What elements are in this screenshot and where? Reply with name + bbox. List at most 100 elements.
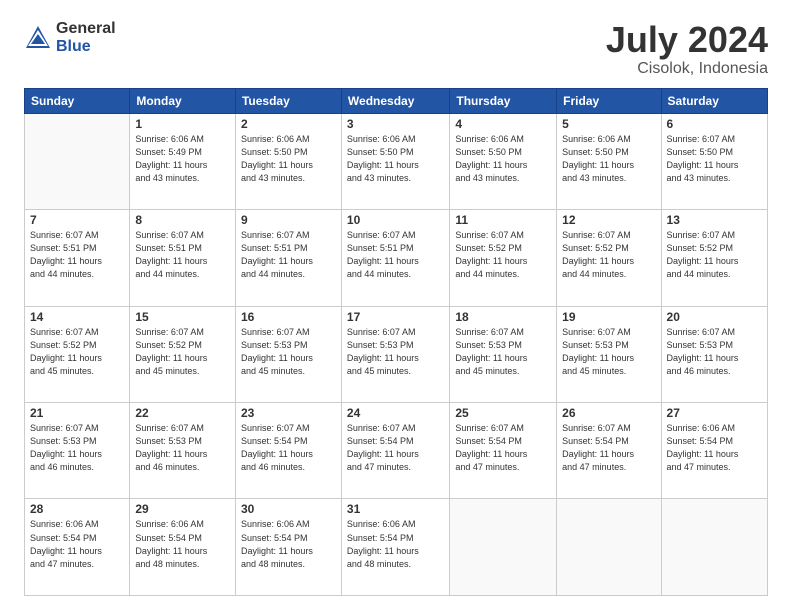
title-block: July 2024 Cisolok, Indonesia xyxy=(606,20,768,78)
day-number: 31 xyxy=(347,502,444,516)
calendar-cell xyxy=(557,499,661,596)
logo-text: General Blue xyxy=(56,20,116,55)
col-tuesday: Tuesday xyxy=(235,88,341,113)
day-info: Sunrise: 6:07 AM Sunset: 5:51 PM Dayligh… xyxy=(30,229,124,281)
calendar-table: Sunday Monday Tuesday Wednesday Thursday… xyxy=(24,88,768,596)
day-info: Sunrise: 6:07 AM Sunset: 5:51 PM Dayligh… xyxy=(241,229,336,281)
col-friday: Friday xyxy=(557,88,661,113)
day-info: Sunrise: 6:07 AM Sunset: 5:54 PM Dayligh… xyxy=(347,422,444,474)
calendar-cell: 4Sunrise: 6:06 AM Sunset: 5:50 PM Daylig… xyxy=(450,113,557,209)
day-info: Sunrise: 6:07 AM Sunset: 5:53 PM Dayligh… xyxy=(347,326,444,378)
day-info: Sunrise: 6:07 AM Sunset: 5:53 PM Dayligh… xyxy=(135,422,230,474)
calendar-cell: 8 Sunrise: 6:07 AM Sunset: 5:51 PM Daylig… xyxy=(130,210,236,306)
day-number: 30 xyxy=(241,502,336,516)
day-number: 21 xyxy=(30,406,124,420)
day-info: Sunrise: 6:07 AM Sunset: 5:53 PM Dayligh… xyxy=(562,326,655,378)
day-info: Sunrise: 6:07 AM Sunset: 5:53 PM Dayligh… xyxy=(241,326,336,378)
calendar-cell: 2Sunrise: 6:06 AM Sunset: 5:50 PM Daylig… xyxy=(235,113,341,209)
col-sunday: Sunday xyxy=(25,88,130,113)
calendar-cell: 16Sunrise: 6:07 AM Sunset: 5:53 PM Dayli… xyxy=(235,306,341,402)
day-info: Sunrise: 6:07 AM Sunset: 5:52 PM Dayligh… xyxy=(562,229,655,281)
day-number: 3 xyxy=(347,117,444,131)
calendar-cell: 5 Sunrise: 6:06 AM Sunset: 5:50 PM Daylig… xyxy=(557,113,661,209)
page: General Blue July 2024 Cisolok, Indonesi… xyxy=(0,0,792,612)
calendar-cell: 11 Sunrise: 6:07 AM Sunset: 5:52 PM Dayli… xyxy=(450,210,557,306)
calendar-body: 1Sunrise: 6:06 AM Sunset: 5:49 PM Daylig… xyxy=(25,113,768,595)
day-number: 28 xyxy=(30,502,124,516)
header-row: Sunday Monday Tuesday Wednesday Thursday… xyxy=(25,88,768,113)
day-number: 10 xyxy=(347,213,444,227)
day-number: 12 xyxy=(562,213,655,227)
col-saturday: Saturday xyxy=(661,88,767,113)
day-number: 5 xyxy=(562,117,655,131)
calendar-cell xyxy=(450,499,557,596)
day-info: Sunrise: 6:07 AM Sunset: 5:52 PM Dayligh… xyxy=(455,229,551,281)
day-number: 13 xyxy=(667,213,762,227)
day-info: Sunrise: 6:07 AM Sunset: 5:53 PM Dayligh… xyxy=(30,422,124,474)
calendar-week-2: 7 Sunrise: 6:07 AM Sunset: 5:51 PM Daylig… xyxy=(25,210,768,306)
calendar-cell: 20Sunrise: 6:07 AM Sunset: 5:53 PM Dayli… xyxy=(661,306,767,402)
day-number: 18 xyxy=(455,310,551,324)
day-number: 22 xyxy=(135,406,230,420)
day-number: 8 xyxy=(135,213,230,227)
subtitle: Cisolok, Indonesia xyxy=(606,60,768,78)
calendar-week-1: 1Sunrise: 6:06 AM Sunset: 5:49 PM Daylig… xyxy=(25,113,768,209)
day-info: Sunrise: 6:06 AM Sunset: 5:54 PM Dayligh… xyxy=(241,518,336,570)
day-info: Sunrise: 6:06 AM Sunset: 5:50 PM Dayligh… xyxy=(347,133,444,185)
calendar-cell: 1Sunrise: 6:06 AM Sunset: 5:49 PM Daylig… xyxy=(130,113,236,209)
day-info: Sunrise: 6:07 AM Sunset: 5:52 PM Dayligh… xyxy=(135,326,230,378)
calendar-cell: 6Sunrise: 6:07 AM Sunset: 5:50 PM Daylig… xyxy=(661,113,767,209)
day-info: Sunrise: 6:07 AM Sunset: 5:52 PM Dayligh… xyxy=(667,229,762,281)
day-info: Sunrise: 6:07 AM Sunset: 5:51 PM Dayligh… xyxy=(347,229,444,281)
calendar-cell: 13 Sunrise: 6:07 AM Sunset: 5:52 PM Dayli… xyxy=(661,210,767,306)
calendar-cell: 24 Sunrise: 6:07 AM Sunset: 5:54 PM Dayli… xyxy=(341,403,449,499)
day-number: 25 xyxy=(455,406,551,420)
day-number: 29 xyxy=(135,502,230,516)
day-number: 26 xyxy=(562,406,655,420)
calendar-cell: 27Sunrise: 6:06 AM Sunset: 5:54 PM Dayli… xyxy=(661,403,767,499)
calendar-cell xyxy=(25,113,130,209)
day-info: Sunrise: 6:06 AM Sunset: 5:54 PM Dayligh… xyxy=(667,422,762,474)
logo-blue-text: Blue xyxy=(56,38,116,56)
day-info: Sunrise: 6:07 AM Sunset: 5:53 PM Dayligh… xyxy=(667,326,762,378)
day-info: Sunrise: 6:07 AM Sunset: 5:54 PM Dayligh… xyxy=(455,422,551,474)
calendar-week-3: 14 Sunrise: 6:07 AM Sunset: 5:52 PM Dayli… xyxy=(25,306,768,402)
calendar-cell: 7 Sunrise: 6:07 AM Sunset: 5:51 PM Daylig… xyxy=(25,210,130,306)
day-info: Sunrise: 6:07 AM Sunset: 5:51 PM Dayligh… xyxy=(135,229,230,281)
calendar-cell: 19 Sunrise: 6:07 AM Sunset: 5:53 PM Dayli… xyxy=(557,306,661,402)
calendar-cell: 10 Sunrise: 6:07 AM Sunset: 5:51 PM Dayli… xyxy=(341,210,449,306)
col-wednesday: Wednesday xyxy=(341,88,449,113)
day-number: 17 xyxy=(347,310,444,324)
day-number: 23 xyxy=(241,406,336,420)
calendar-cell: 17 Sunrise: 6:07 AM Sunset: 5:53 PM Dayli… xyxy=(341,306,449,402)
calendar-cell: 12 Sunrise: 6:07 AM Sunset: 5:52 PM Dayli… xyxy=(557,210,661,306)
calendar-cell: 15 Sunrise: 6:07 AM Sunset: 5:52 PM Dayli… xyxy=(130,306,236,402)
calendar-cell: 21 Sunrise: 6:07 AM Sunset: 5:53 PM Dayli… xyxy=(25,403,130,499)
calendar-cell: 23Sunrise: 6:07 AM Sunset: 5:54 PM Dayli… xyxy=(235,403,341,499)
day-number: 19 xyxy=(562,310,655,324)
calendar-cell: 26 Sunrise: 6:07 AM Sunset: 5:54 PM Dayli… xyxy=(557,403,661,499)
day-number: 15 xyxy=(135,310,230,324)
day-number: 7 xyxy=(30,213,124,227)
calendar-cell: 22 Sunrise: 6:07 AM Sunset: 5:53 PM Dayli… xyxy=(130,403,236,499)
calendar-cell: 30 Sunrise: 6:06 AM Sunset: 5:54 PM Dayli… xyxy=(235,499,341,596)
logo-general-text: General xyxy=(56,20,116,38)
calendar-cell: 25 Sunrise: 6:07 AM Sunset: 5:54 PM Dayli… xyxy=(450,403,557,499)
day-info: Sunrise: 6:07 AM Sunset: 5:50 PM Dayligh… xyxy=(667,133,762,185)
calendar-week-4: 21 Sunrise: 6:07 AM Sunset: 5:53 PM Dayli… xyxy=(25,403,768,499)
day-info: Sunrise: 6:07 AM Sunset: 5:54 PM Dayligh… xyxy=(562,422,655,474)
calendar-week-5: 28 Sunrise: 6:06 AM Sunset: 5:54 PM Dayli… xyxy=(25,499,768,596)
calendar-cell: 14Sunrise: 6:07 AM Sunset: 5:52 PM Dayli… xyxy=(25,306,130,402)
day-number: 24 xyxy=(347,406,444,420)
calendar-cell: 28 Sunrise: 6:06 AM Sunset: 5:54 PM Dayli… xyxy=(25,499,130,596)
day-info: Sunrise: 6:06 AM Sunset: 5:54 PM Dayligh… xyxy=(30,518,124,570)
day-number: 11 xyxy=(455,213,551,227)
calendar-cell: 9Sunrise: 6:07 AM Sunset: 5:51 PM Daylig… xyxy=(235,210,341,306)
day-info: Sunrise: 6:07 AM Sunset: 5:53 PM Dayligh… xyxy=(455,326,551,378)
calendar-cell: 31Sunrise: 6:06 AM Sunset: 5:54 PM Dayli… xyxy=(341,499,449,596)
day-number: 14 xyxy=(30,310,124,324)
day-info: Sunrise: 6:06 AM Sunset: 5:50 PM Dayligh… xyxy=(562,133,655,185)
logo-icon xyxy=(24,24,52,52)
calendar-cell: 18 Sunrise: 6:07 AM Sunset: 5:53 PM Dayli… xyxy=(450,306,557,402)
logo: General Blue xyxy=(24,20,116,55)
